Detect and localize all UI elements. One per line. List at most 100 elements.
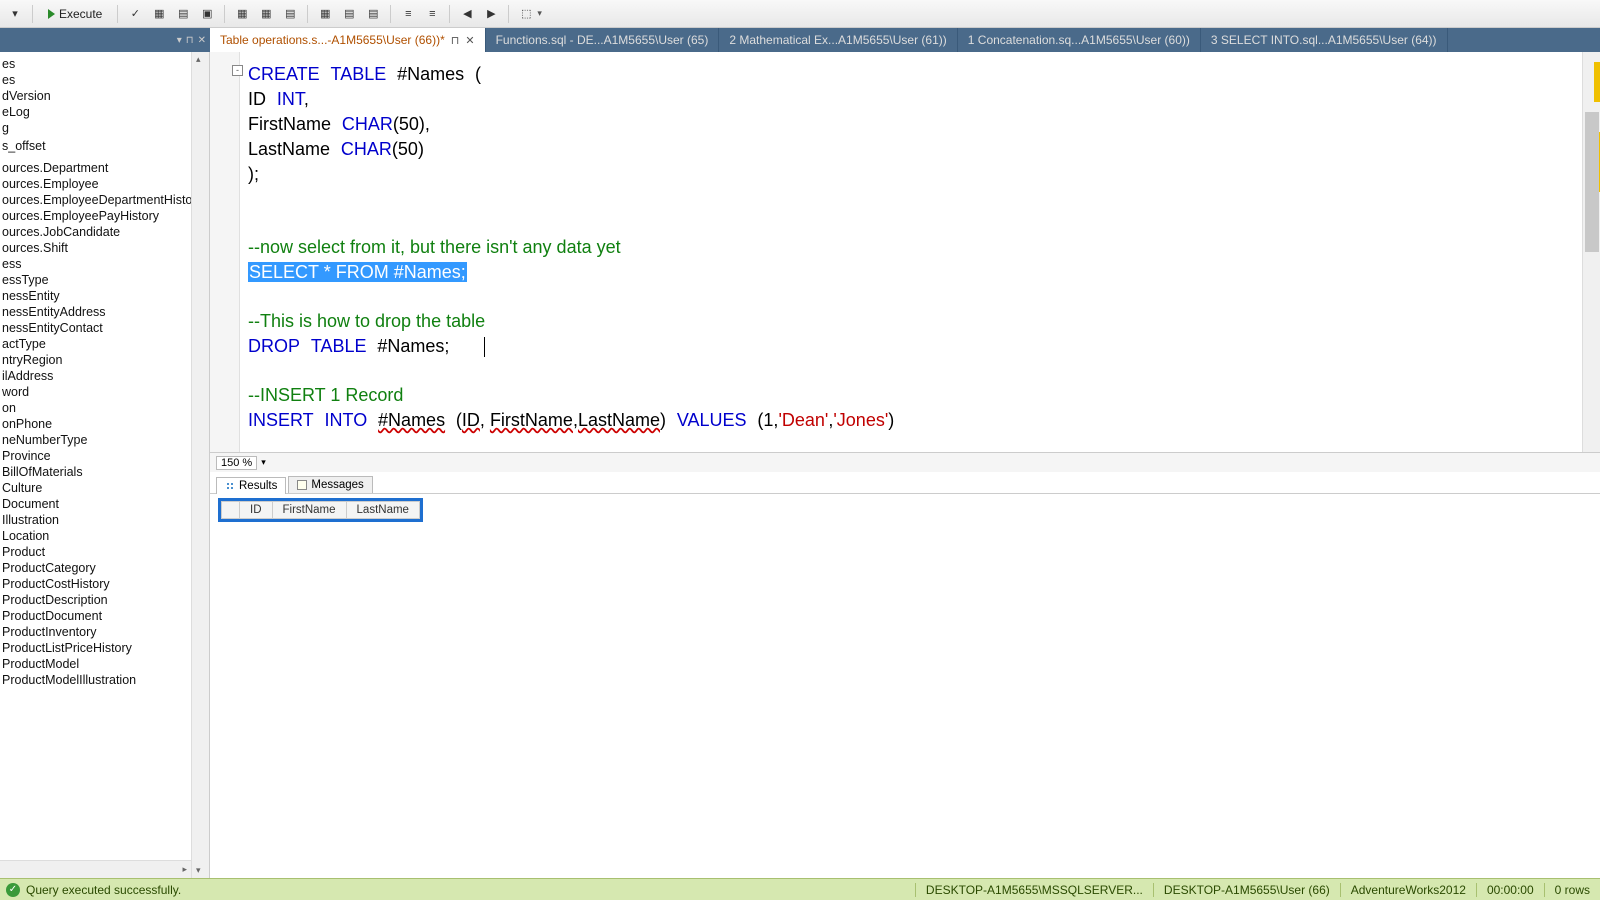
tree-item[interactable]: ources.Shift [0, 240, 191, 256]
code-gutter: - [210, 52, 240, 452]
tree-item[interactable]: essType [0, 272, 191, 288]
sidebar-vscrollbar[interactable] [191, 52, 209, 878]
uncomment-icon[interactable]: ≡ [421, 3, 443, 25]
tab-select-into[interactable]: 3 SELECT INTO.sql...A1M5655\User (64)) [1201, 28, 1448, 52]
tree-item[interactable]: ProductCostHistory [0, 576, 191, 592]
include-plan-icon[interactable]: ▦ [231, 3, 253, 25]
tree-item[interactable]: nessEntityAddress [0, 304, 191, 320]
tab-results[interactable]: Results [216, 477, 286, 494]
increase-indent-icon[interactable]: ▶ [480, 3, 502, 25]
tree-item[interactable]: s_offset [0, 138, 191, 154]
tree-item[interactable]: ilAddress [0, 368, 191, 384]
tree-item[interactable]: ProductDocument [0, 608, 191, 624]
tree-item[interactable]: nessEntity [0, 288, 191, 304]
tree-item[interactable]: Product [0, 544, 191, 560]
results-tab-label: Results [239, 480, 277, 492]
tab-label: 1 Concatenation.sq...A1M5655\User (60)) [968, 33, 1190, 47]
status-message: Query executed successfully. [26, 883, 181, 897]
tree-item[interactable]: ntryRegion [0, 352, 191, 368]
status-bar: ✓ Query executed successfully. DESKTOP-A… [0, 878, 1600, 900]
result-tab-bar: Results Messages [210, 472, 1600, 494]
tree-item[interactable]: es [0, 72, 191, 88]
estimated-plan-icon[interactable]: ▦ [148, 3, 170, 25]
tree-item[interactable]: Province [0, 448, 191, 464]
tree-item[interactable]: eLog [0, 104, 191, 120]
tab-table-operations[interactable]: Table operations.s...-A1M5655\User (66))… [210, 28, 486, 52]
tree-item[interactable]: on [0, 400, 191, 416]
results-file-icon[interactable]: ▤ [362, 3, 384, 25]
editor-vscrollbar[interactable] [1582, 52, 1600, 452]
tree-item[interactable]: ources.Department [0, 160, 191, 176]
tab-mathematical[interactable]: 2 Mathematical Ex...A1M5655\User (61)) [719, 28, 957, 52]
intellisense-icon[interactable]: ▣ [196, 3, 218, 25]
sqlcmd-icon[interactable]: ▤ [279, 3, 301, 25]
tree-item[interactable]: ProductDescription [0, 592, 191, 608]
col-firstname[interactable]: FirstName [272, 502, 346, 519]
tree-item[interactable]: nessEntityContact [0, 320, 191, 336]
tab-messages[interactable]: Messages [288, 476, 372, 493]
success-icon: ✓ [6, 883, 20, 897]
col-id[interactable]: ID [240, 502, 273, 519]
tree-item[interactable]: word [0, 384, 191, 400]
zoom-level[interactable]: 150 % [216, 456, 257, 470]
object-explorer-tab-header: ▾ ⊓ ✕ [0, 28, 210, 52]
grid-icon [225, 481, 235, 491]
tab-functions[interactable]: Functions.sql - DE...A1M5655\User (65) [486, 28, 720, 52]
toolbar: ▾ Execute ✓ ▦ ▤ ▣ ▦ ▦ ▤ ▦ ▤ ▤ ≡ ≡ ◀ ▶ ⬚ … [0, 0, 1600, 28]
results-text-icon[interactable]: ▤ [338, 3, 360, 25]
tree-item[interactable]: ProductInventory [0, 624, 191, 640]
tree-item[interactable]: neNumberType [0, 432, 191, 448]
include-stats-icon[interactable]: ▦ [255, 3, 277, 25]
results-grid-icon[interactable]: ▦ [314, 3, 336, 25]
tree-item[interactable]: g [0, 120, 191, 136]
execute-label: Execute [59, 7, 102, 21]
close-icon[interactable]: ✕ [465, 34, 474, 47]
tree-item[interactable]: ProductModel [0, 656, 191, 672]
tree-item[interactable]: ProductCategory [0, 560, 191, 576]
code-editor[interactable]: - CREATE TABLE #Names ( ID INT, FirstNam… [210, 52, 1600, 452]
tab-label: Functions.sql - DE...A1M5655\User (65) [496, 33, 709, 47]
text-cursor [484, 337, 485, 357]
pin-icon[interactable]: ⊓ [186, 35, 194, 46]
specify-values-icon[interactable]: ⬚ [515, 3, 537, 25]
col-lastname[interactable]: LastName [346, 502, 419, 519]
results-highlight-box: ID FirstName LastName [218, 498, 423, 522]
tree-item[interactable]: ess [0, 256, 191, 272]
messages-icon [297, 480, 307, 490]
tree-item[interactable]: ProductListPriceHistory [0, 640, 191, 656]
close-icon[interactable]: ✕ [198, 35, 206, 46]
grid-corner[interactable] [222, 502, 240, 519]
tree-item[interactable]: ources.Employee [0, 176, 191, 192]
sidebar-hscrollbar[interactable]: ▸ [0, 860, 191, 878]
tree-item[interactable]: ProductModelIllustration [0, 672, 191, 688]
results-grid[interactable]: ID FirstName LastName [221, 501, 420, 519]
tree-item[interactable]: dVersion [0, 88, 191, 104]
document-tab-bar: ▾ ⊓ ✕ Table operations.s...-A1M5655\User… [0, 28, 1600, 52]
zoom-dropdown-icon[interactable]: ▾ [261, 457, 266, 468]
execute-button[interactable]: Execute [39, 3, 111, 25]
tree-item[interactable]: BillOfMaterials [0, 464, 191, 480]
status-user: DESKTOP-A1M5655\User (66) [1153, 883, 1340, 897]
tree-item[interactable]: ources.EmployeeDepartmentHistory [0, 192, 191, 208]
dropdown-icon[interactable]: ▾ [177, 35, 182, 46]
tree-item[interactable]: Culture [0, 480, 191, 496]
tree-item[interactable]: ources.JobCandidate [0, 224, 191, 240]
comment-icon[interactable]: ≡ [397, 3, 419, 25]
pin-icon[interactable]: ⊓ [451, 34, 460, 47]
results-pane: ID FirstName LastName [210, 494, 1600, 878]
messages-tab-label: Messages [311, 479, 363, 491]
tree-item[interactable]: Location [0, 528, 191, 544]
tree-item[interactable]: Illustration [0, 512, 191, 528]
tree-item[interactable]: actType [0, 336, 191, 352]
decrease-indent-icon[interactable]: ◀ [456, 3, 478, 25]
query-options-icon[interactable]: ▤ [172, 3, 194, 25]
db-dropdown[interactable]: ▾ [4, 3, 26, 25]
tree-item[interactable]: ources.EmployeePayHistory [0, 208, 191, 224]
tab-concatenation[interactable]: 1 Concatenation.sq...A1M5655\User (60)) [958, 28, 1201, 52]
tree-item[interactable]: Document [0, 496, 191, 512]
tab-label: Table operations.s...-A1M5655\User (66))… [220, 33, 445, 47]
parse-icon[interactable]: ✓ [124, 3, 146, 25]
object-explorer[interactable]: esesdVersioneLoggs_offsetources.Departme… [0, 52, 210, 878]
tree-item[interactable]: es [0, 56, 191, 72]
tree-item[interactable]: onPhone [0, 416, 191, 432]
